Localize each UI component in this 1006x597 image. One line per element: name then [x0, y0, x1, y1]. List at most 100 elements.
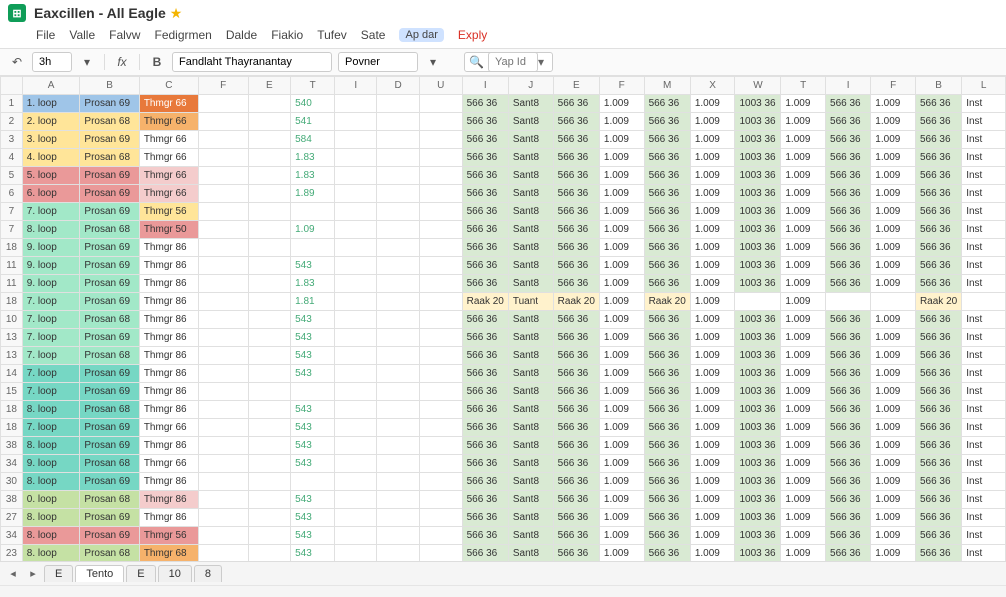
- cell[interactable]: 1.009: [599, 383, 644, 401]
- cell[interactable]: Thmgr 68: [139, 545, 198, 562]
- spreadsheet-table[interactable]: ABCFETIDUIJEFMXWTIFBL11. loopProsan 69Th…: [0, 76, 1006, 561]
- cell[interactable]: 566 36: [826, 419, 871, 437]
- cell[interactable]: [291, 473, 335, 491]
- cell[interactable]: [248, 149, 291, 167]
- cell[interactable]: [335, 203, 377, 221]
- cell[interactable]: Inst: [962, 455, 1006, 473]
- cell[interactable]: [826, 293, 871, 311]
- select-all-corner[interactable]: [1, 77, 23, 95]
- cell[interactable]: 1.009: [781, 365, 826, 383]
- cell[interactable]: 566 36: [915, 401, 961, 419]
- cell[interactable]: [419, 95, 462, 113]
- cell[interactable]: 1.009: [871, 311, 916, 329]
- cell[interactable]: Prosan 68: [80, 347, 139, 365]
- column-header-W[interactable]: W: [735, 77, 781, 95]
- cell[interactable]: 566 36: [462, 113, 508, 131]
- cell[interactable]: 566 36: [644, 473, 690, 491]
- tab-nav[interactable]: ▸: [24, 567, 42, 580]
- cell[interactable]: [419, 167, 462, 185]
- cell[interactable]: [419, 257, 462, 275]
- cell[interactable]: Inst: [962, 275, 1006, 293]
- cell[interactable]: [419, 239, 462, 257]
- cell[interactable]: Sant8: [508, 149, 553, 167]
- cell[interactable]: 543: [291, 419, 335, 437]
- cell[interactable]: 566 36: [915, 329, 961, 347]
- cell[interactable]: 566 36: [462, 509, 508, 527]
- cell[interactable]: 1.009: [781, 437, 826, 455]
- cell[interactable]: Prosan 68: [80, 149, 139, 167]
- cell[interactable]: 1003 36: [735, 527, 781, 545]
- cell[interactable]: [291, 239, 335, 257]
- cell[interactable]: 566 36: [462, 473, 508, 491]
- cell[interactable]: 1.009: [599, 239, 644, 257]
- cell[interactable]: 566 36: [915, 347, 961, 365]
- cell[interactable]: 1.009: [599, 401, 644, 419]
- cell[interactable]: 566 36: [826, 329, 871, 347]
- cell[interactable]: 7. loop: [22, 347, 80, 365]
- cell[interactable]: 1003 36: [735, 149, 781, 167]
- cell[interactable]: 1003 36: [735, 401, 781, 419]
- cell[interactable]: Thmgr 86: [139, 473, 198, 491]
- cell[interactable]: Prosan 69: [80, 365, 139, 383]
- cell[interactable]: 1.009: [599, 203, 644, 221]
- cell[interactable]: 1.009: [781, 509, 826, 527]
- cell[interactable]: 1.009: [871, 203, 916, 221]
- cell[interactable]: [198, 221, 248, 239]
- cell[interactable]: 566 36: [826, 275, 871, 293]
- cell[interactable]: 543: [291, 491, 335, 509]
- cell[interactable]: 1.009: [690, 239, 735, 257]
- cell[interactable]: Inst: [962, 311, 1006, 329]
- cell[interactable]: [335, 239, 377, 257]
- cell[interactable]: 1.009: [599, 491, 644, 509]
- find-dropdown-icon[interactable]: ▾: [538, 55, 544, 69]
- cell[interactable]: Prosan 68: [80, 113, 139, 131]
- cell[interactable]: Thmgr 86: [139, 383, 198, 401]
- cell[interactable]: [248, 95, 291, 113]
- menu-falvw[interactable]: Falvw: [109, 28, 140, 42]
- cell[interactable]: 566 36: [644, 221, 690, 239]
- cell[interactable]: [419, 113, 462, 131]
- cell[interactable]: 543: [291, 257, 335, 275]
- cell[interactable]: [335, 311, 377, 329]
- cell[interactable]: 1003 36: [735, 131, 781, 149]
- cell[interactable]: Sant8: [508, 131, 553, 149]
- cell[interactable]: 1003 36: [735, 167, 781, 185]
- column-header-D[interactable]: D: [377, 77, 420, 95]
- cell[interactable]: 1.009: [690, 95, 735, 113]
- cell[interactable]: Prosan 69: [80, 167, 139, 185]
- cell[interactable]: 1.009: [599, 221, 644, 239]
- cell[interactable]: 566 36: [462, 275, 508, 293]
- cell[interactable]: Inst: [962, 419, 1006, 437]
- cell[interactable]: Inst: [962, 509, 1006, 527]
- cell[interactable]: 543: [291, 455, 335, 473]
- cell[interactable]: 1.009: [599, 437, 644, 455]
- cell[interactable]: 566 36: [553, 491, 599, 509]
- cell[interactable]: 1.009: [871, 131, 916, 149]
- cell[interactable]: 566 36: [915, 545, 961, 562]
- cell[interactable]: 1.009: [781, 347, 826, 365]
- cell[interactable]: [335, 95, 377, 113]
- cell[interactable]: 1.009: [871, 113, 916, 131]
- cell[interactable]: 1003 36: [735, 545, 781, 562]
- cell[interactable]: 7. loop: [22, 293, 80, 311]
- cell[interactable]: 1.009: [781, 149, 826, 167]
- cell[interactable]: [377, 491, 420, 509]
- cell[interactable]: [248, 293, 291, 311]
- row-header[interactable]: 2: [1, 113, 23, 131]
- cell[interactable]: 1.009: [871, 347, 916, 365]
- cell[interactable]: 1.009: [599, 365, 644, 383]
- cell[interactable]: 1.09: [291, 221, 335, 239]
- cell[interactable]: 566 36: [826, 347, 871, 365]
- cell[interactable]: 1.009: [690, 419, 735, 437]
- column-header-I[interactable]: I: [335, 77, 377, 95]
- cell[interactable]: Inst: [962, 167, 1006, 185]
- cell[interactable]: 566 36: [915, 275, 961, 293]
- cell[interactable]: [419, 545, 462, 562]
- cell[interactable]: 566 36: [826, 113, 871, 131]
- cell[interactable]: 566 36: [553, 365, 599, 383]
- cell[interactable]: 1003 36: [735, 437, 781, 455]
- cell[interactable]: 1.009: [690, 473, 735, 491]
- sheet-tab[interactable]: E: [126, 565, 155, 582]
- cell[interactable]: [248, 311, 291, 329]
- menu-right[interactable]: Explу: [458, 28, 487, 42]
